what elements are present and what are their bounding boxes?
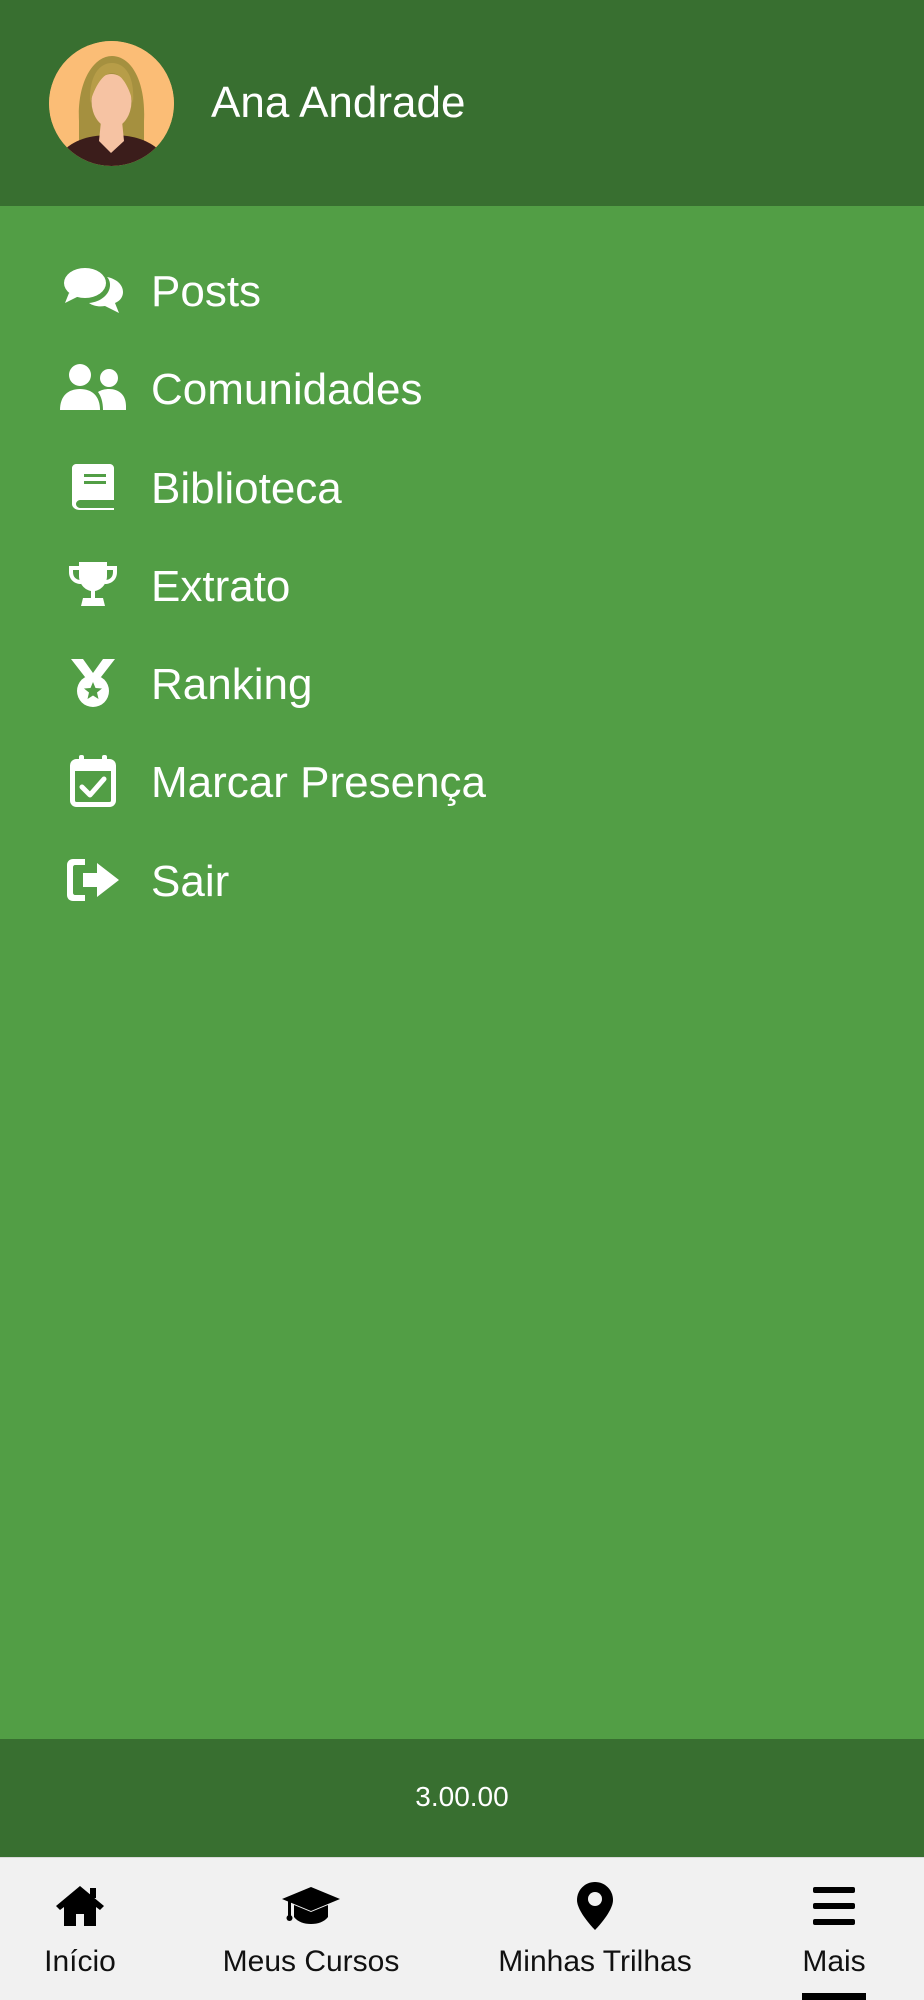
nav-label: Meus Cursos [222,1945,400,1978]
nav-item-meus-cursos[interactable]: Meus Cursos [210,1858,412,2000]
active-tab-indicator [802,1993,866,2000]
menu-item-label: Extrato [151,562,291,611]
menu-item-label: Sair [151,857,230,906]
menu-item-label: Comunidades [151,365,423,414]
drawer-header: Ana Andrade [0,0,924,206]
home-icon [20,1882,140,1930]
menu-item-posts[interactable]: Posts [0,250,924,330]
medal-icon [60,654,126,712]
nav-item-mais[interactable]: Mais [784,1858,884,2000]
menu-item-ranking[interactable]: Ranking [0,643,924,723]
menu-item-comunidades[interactable]: Comunidades [0,348,924,428]
nav-label: Minhas Trilhas [498,1945,692,1978]
nav-label: Início [44,1945,116,1978]
menu-bars-icon [784,1882,884,1930]
user-name: Ana Andrade [211,78,466,127]
menu-item-biblioteca[interactable]: Biblioteca [0,447,924,527]
menu-item-label: Biblioteca [151,464,342,513]
menu-item-extrato[interactable]: Extrato [0,545,924,625]
book-icon [60,458,126,516]
nav-item-inicio[interactable]: Início [20,1858,140,2000]
comments-icon [60,261,126,319]
nav-label: Mais [802,1945,866,1978]
menu-item-marcar-presenca[interactable]: Marcar Presença [0,741,924,821]
version-bar: 3.00.00 [0,1739,924,1857]
app-version: 3.00.00 [415,1781,509,1812]
bottom-nav: Início Meus Cursos Minhas Trilhas Mais [0,1857,924,2000]
trophy-icon [60,556,126,614]
menu-item-label: Marcar Presença [151,758,487,807]
app-root: Ana Andrade Posts Comunidades Biblioteca… [0,0,924,2000]
sign-out-icon [60,851,126,909]
map-marker-icon [485,1882,705,1930]
avatar[interactable] [49,41,174,166]
menu-item-label: Ranking [151,660,313,709]
graduation-cap-icon [210,1882,412,1930]
avatar-image [49,41,174,166]
menu-item-label: Posts [151,267,262,316]
calendar-check-icon [60,752,126,810]
users-icon [60,359,126,417]
menu-item-sair[interactable]: Sair [0,840,924,920]
nav-item-minhas-trilhas[interactable]: Minhas Trilhas [485,1858,705,2000]
